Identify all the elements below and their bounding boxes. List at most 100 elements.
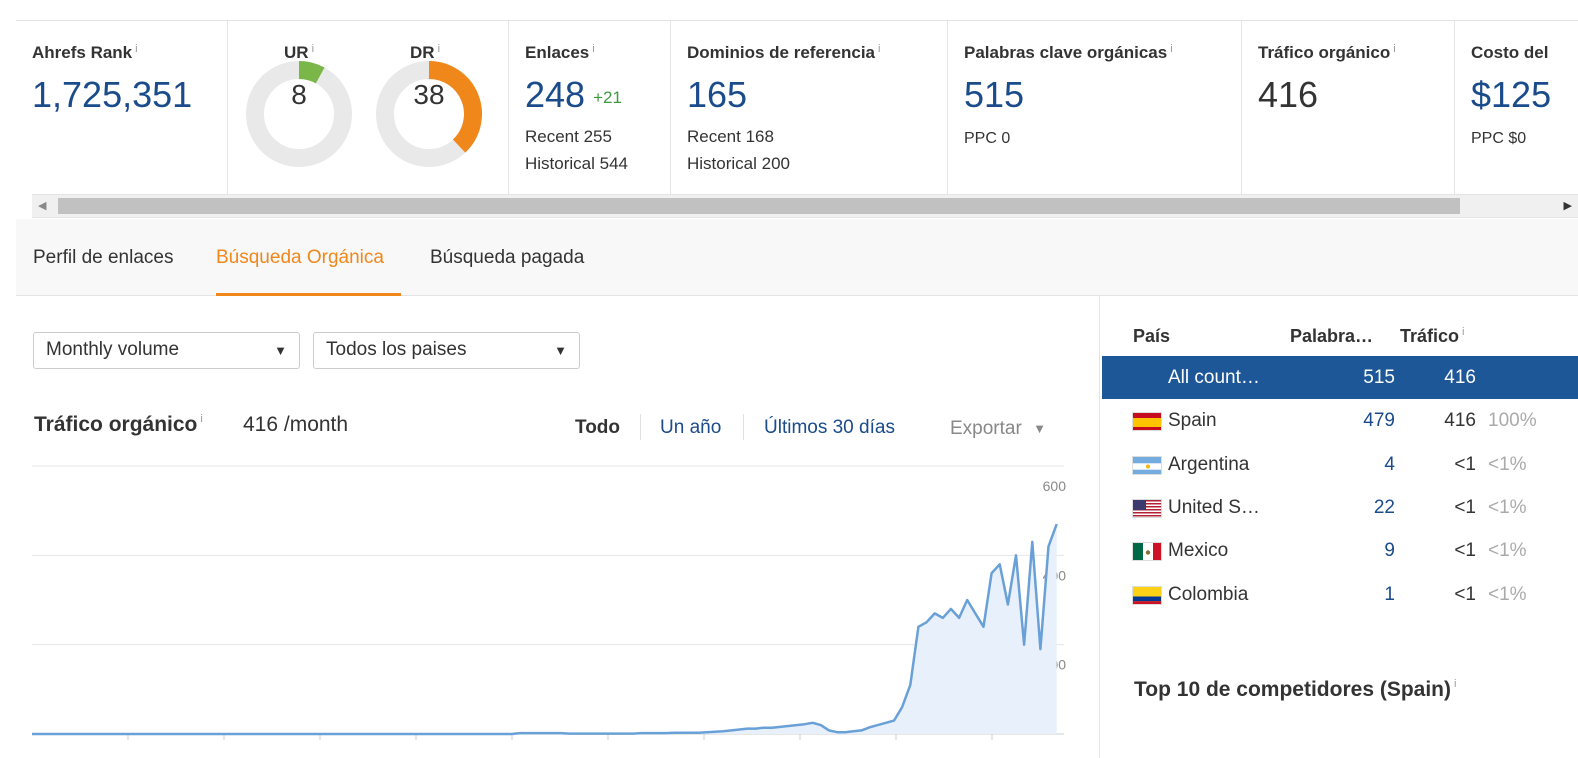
palabras-value[interactable]: 515 [964, 77, 1241, 113]
info-icon[interactable]: i [1462, 326, 1464, 338]
traffic-chart-title: Tráfico orgánico [34, 413, 198, 436]
ahrefs-rank-value[interactable]: 1,725,351 [32, 77, 227, 113]
info-icon[interactable]: i [438, 43, 440, 55]
country-traffic: <1 [1454, 540, 1476, 562]
country-name[interactable]: All count… [1168, 367, 1260, 389]
flag-co-icon [1132, 585, 1162, 605]
metrics-strip: Ahrefs Rank i 1,725,351 UR i 8 DR i 38 Enla… [16, 20, 1578, 194]
tab-perfil-de-enlaces[interactable]: Perfil de enlaces [33, 247, 173, 269]
country-keywords[interactable]: 4 [1384, 454, 1395, 476]
country-traffic-percent: 100% [1488, 410, 1537, 432]
info-icon[interactable]: i [200, 413, 202, 425]
traffic-chart[interactable]: 600400200 [32, 464, 1102, 758]
info-icon[interactable]: i [1454, 678, 1456, 690]
country-keywords[interactable]: 479 [1363, 410, 1395, 432]
dominios-value[interactable]: 165 [687, 77, 947, 113]
tabs-bar: Perfil de enlaces Búsqueda Orgánica Búsq… [16, 219, 1578, 296]
tab-busqueda-pagada[interactable]: Búsqueda pagada [430, 247, 584, 269]
country-row[interactable]: Mexico 9 <1 <1% [1102, 529, 1578, 572]
flag-es-icon [1132, 412, 1162, 432]
country-name[interactable]: Colombia [1168, 584, 1248, 606]
enlaces-label: Enlaces [525, 43, 590, 62]
info-icon[interactable]: i [1393, 43, 1395, 55]
country-traffic: <1 [1454, 583, 1476, 605]
country-select[interactable]: Todos los paises ▼ [313, 332, 580, 369]
scrollbar-thumb[interactable] [58, 198, 1460, 214]
range-ultimos-30-dias[interactable]: Últimos 30 días [764, 417, 895, 439]
info-icon[interactable]: i [135, 43, 137, 55]
country-traffic: <1 [1454, 496, 1476, 518]
col-header-pais[interactable]: País [1133, 326, 1170, 347]
country-keywords[interactable]: 515 [1363, 367, 1395, 389]
flag-us-icon [1132, 498, 1162, 518]
country-name[interactable]: United S… [1168, 497, 1260, 519]
caret-down-icon: ▼ [274, 343, 287, 358]
col-header-trafico[interactable]: Tráfico [1400, 326, 1459, 346]
enlaces-recent[interactable]: Recent 255 [525, 123, 670, 150]
dominios-historical[interactable]: Historical 200 [687, 150, 947, 177]
country-select-value: Todos los paises [326, 339, 467, 360]
country-traffic: <1 [1454, 453, 1476, 475]
info-icon[interactable]: i [312, 43, 314, 55]
ur-gauge-fill [298, 61, 325, 84]
range-un-ano[interactable]: Un año [660, 417, 721, 439]
country-row[interactable]: United S… 22 <1 <1% [1102, 486, 1578, 529]
country-traffic-percent: <1% [1488, 496, 1527, 518]
country-panel: País Palabra… Tráfico i All count… 515 416 S… [1099, 296, 1578, 758]
metric-dominios: Dominios de referencia i 165 Recent 168 H… [671, 21, 948, 194]
info-icon[interactable]: i [878, 43, 880, 55]
metric-enlaces: Enlaces i 248 +21 Recent 255 Historical 54… [509, 21, 671, 194]
country-row[interactable]: All count… 515 416 [1102, 356, 1578, 399]
enlaces-value[interactable]: 248 [525, 74, 585, 115]
volume-select[interactable]: Monthly volume ▼ [33, 332, 300, 369]
metric-ahrefs-rank: Ahrefs Rank i 1,725,351 [16, 21, 228, 194]
palabras-ppc: PPC 0 [964, 130, 1011, 147]
metric-costo: Costo del $125 PPC $0 [1455, 21, 1578, 194]
country-name[interactable]: Argentina [1168, 454, 1249, 476]
enlaces-historical[interactable]: Historical 544 [525, 150, 670, 177]
ur-value: 8 [291, 79, 307, 110]
info-icon[interactable]: i [1170, 43, 1172, 55]
dr-value: 38 [413, 79, 445, 110]
scroll-right-icon[interactable]: ▶ [1564, 199, 1572, 212]
dr-gauge-ring [376, 61, 482, 167]
trafico-value: 416 [1258, 74, 1319, 115]
tab-busqueda-organica[interactable]: Búsqueda Orgánica [216, 247, 384, 269]
country-row[interactable]: Colombia 1 <1 <1% [1102, 573, 1578, 616]
country-keywords[interactable]: 9 [1384, 540, 1395, 562]
active-tab-indicator [216, 293, 401, 296]
range-divider [640, 414, 641, 440]
country-traffic-percent: <1% [1488, 583, 1527, 605]
col-header-palabras[interactable]: Palabra… [1290, 326, 1373, 347]
dominios-label: Dominios de referencia [687, 43, 876, 62]
export-label: Exportar [950, 418, 1022, 439]
export-button[interactable]: Exportar ▼ [950, 418, 1046, 440]
country-traffic: 416 [1444, 410, 1476, 432]
ur-gauge-ring [246, 61, 352, 167]
flag-ar-icon [1132, 455, 1162, 475]
dominios-recent[interactable]: Recent 168 [687, 123, 947, 150]
volume-select-value: Monthly volume [46, 339, 180, 360]
country-keywords[interactable]: 22 [1374, 497, 1395, 519]
ahrefs-rank-label: Ahrefs Rank [32, 43, 133, 62]
metric-ur-dr: UR i 8 DR i 38 [228, 21, 509, 194]
info-icon[interactable]: i [592, 43, 594, 55]
horizontal-scrollbar[interactable]: ◀ ▶ [32, 194, 1578, 218]
costo-value[interactable]: $125 [1471, 77, 1578, 113]
caret-down-icon: ▼ [1033, 421, 1046, 437]
country-row[interactable]: Spain 479 416 100% [1102, 399, 1578, 442]
country-keywords[interactable]: 1 [1384, 584, 1395, 606]
country-name[interactable]: Mexico [1168, 540, 1228, 562]
y-tick-label: 600 [1043, 478, 1067, 494]
enlaces-delta[interactable]: +21 [593, 88, 622, 107]
country-row[interactable]: Argentina 4 <1 <1% [1102, 443, 1578, 486]
trafico-label: Tráfico orgánico [1258, 43, 1391, 62]
country-traffic-percent: <1% [1488, 540, 1527, 562]
country-name[interactable]: Spain [1168, 410, 1217, 432]
scroll-left-icon[interactable]: ◀ [38, 199, 46, 212]
palabras-label: Palabras clave orgánicas [964, 43, 1168, 62]
range-divider [743, 414, 744, 440]
country-traffic: 416 [1444, 367, 1476, 388]
caret-down-icon: ▼ [554, 343, 567, 358]
range-todo[interactable]: Todo [575, 417, 620, 439]
